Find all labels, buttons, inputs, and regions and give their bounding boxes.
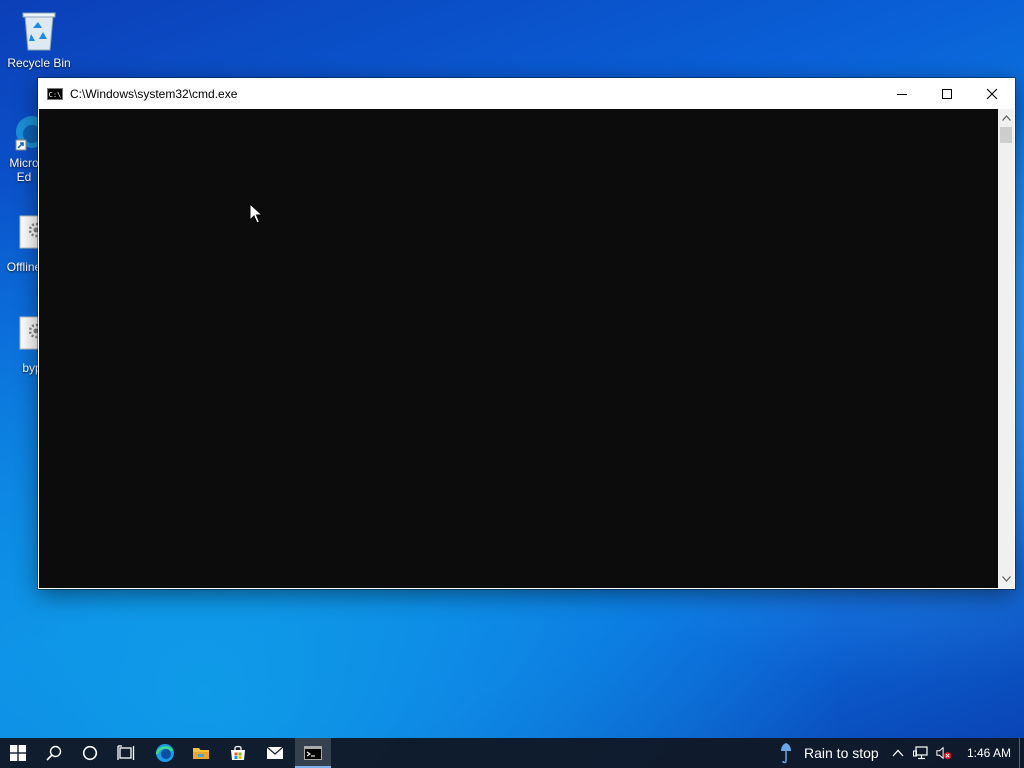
network-button[interactable]	[913, 745, 929, 761]
cortana-circle-icon	[82, 745, 98, 761]
chevron-down-icon	[1001, 576, 1011, 582]
folder-icon	[193, 748, 209, 759]
umbrella-icon	[781, 743, 791, 764]
cmd-icon	[304, 746, 322, 760]
mail-icon	[266, 746, 284, 759]
start-button[interactable]	[0, 738, 36, 768]
chevron-up-icon	[1001, 115, 1011, 121]
edge-icon	[155, 744, 174, 762]
task-view-button[interactable]	[108, 738, 144, 768]
close-icon	[986, 88, 998, 99]
windows-logo-icon	[10, 745, 26, 761]
vertical-scrollbar[interactable]	[998, 109, 1014, 588]
desktop-icon-label: Recycle Bin	[7, 56, 71, 70]
scroll-up-arrow[interactable]	[998, 111, 1014, 125]
close-button[interactable]	[969, 78, 1015, 109]
maximize-icon	[942, 88, 952, 99]
search-icon	[46, 745, 62, 761]
scroll-thumb[interactable]	[1000, 127, 1012, 143]
taskbar: Rain to stop 1:46 AM	[0, 738, 1024, 768]
chevron-up-icon	[892, 749, 904, 757]
minimize-icon	[897, 93, 907, 95]
show-desktop-button[interactable]	[1019, 738, 1024, 768]
show-hidden-icons-button[interactable]	[890, 745, 906, 761]
console-output[interactable]	[39, 109, 998, 588]
recycle-bin-icon	[17, 8, 61, 52]
cmd-taskbar-button[interactable]	[295, 738, 331, 768]
cmd-icon: C:\	[47, 87, 63, 100]
mail-button[interactable]	[257, 738, 293, 768]
desktop-icon-recycle-bin[interactable]: Recycle Bin	[1, 8, 77, 70]
volume-muted-icon	[936, 746, 952, 760]
minimize-button[interactable]	[879, 78, 925, 109]
window-title: C:\Windows\system32\cmd.exe	[70, 86, 238, 101]
mouse-pointer-icon	[249, 203, 263, 224]
scroll-down-arrow[interactable]	[998, 572, 1014, 586]
file-explorer-button[interactable]	[183, 738, 219, 768]
edge-taskbar-button[interactable]	[147, 738, 183, 768]
desktop: Recycle Bin Micro Ed Offline byp C:\ C:\…	[0, 0, 1024, 768]
maximize-button[interactable]	[924, 78, 970, 109]
weather-widget[interactable]: Rain to stop	[778, 738, 879, 768]
search-button[interactable]	[36, 738, 72, 768]
cortana-button[interactable]	[72, 738, 108, 768]
network-icon	[913, 746, 928, 760]
volume-button[interactable]	[936, 745, 952, 761]
taskbar-clock[interactable]: 1:46 AM	[960, 738, 1018, 768]
cmd-window: C:\ C:\Windows\system32\cmd.exe	[38, 78, 1015, 589]
title-bar[interactable]: C:\ C:\Windows\system32\cmd.exe	[38, 78, 1015, 109]
store-bag-icon	[231, 745, 245, 760]
weather-text: Rain to stop	[804, 745, 879, 761]
store-button[interactable]	[220, 738, 256, 768]
task-view-icon	[117, 745, 135, 760]
